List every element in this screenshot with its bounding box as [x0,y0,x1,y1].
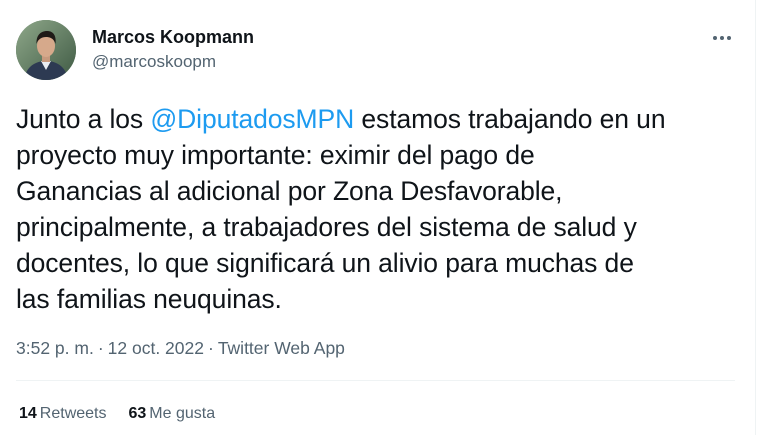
tweet-text-line: principalmente, a trabajadores del siste… [16,212,637,242]
avatar-photo-icon [16,20,76,80]
mention-link[interactable]: @DiputadosMPN [150,104,354,134]
tweet-text-line: las familias neuquinas. [16,284,282,314]
tweet-text-line: proyecto muy importante: eximir del pago… [16,140,535,170]
meta-separator: · [207,338,214,358]
meta-separator: · [97,338,104,358]
likes-stat-link[interactable]: 63 Me gusta [129,403,216,425]
panel-border [755,0,756,435]
tweet-author: Marcos Koopmann @marcoskoopm [92,26,254,73]
more-horizontal-icon [713,36,731,40]
tweet-text-line: docentes, lo que significará un alivio p… [16,248,634,278]
avatar[interactable] [16,20,76,80]
retweets-count: 14 [19,405,37,422]
tweet-date[interactable]: 12 oct. 2022 [108,338,204,358]
tweet-text-line: Ganancias al adicional por Zona Desfavor… [16,176,563,206]
divider [16,380,735,381]
likes-count: 63 [128,405,147,422]
tweet-stats: 14 Retweets 63 Me gusta [19,403,237,425]
retweets-stat-link[interactable]: 14 Retweets [19,403,107,425]
more-options-button[interactable] [706,27,738,49]
likes-label: Me gusta [149,405,216,422]
tweet-text-line: Junto a los @DiputadosMPN estamos trabaj… [16,101,741,137]
tweet-text: Junto a los @DiputadosMPN estamos trabaj… [16,101,741,317]
text-segment: estamos trabajando en un [354,104,666,134]
retweets-label: Retweets [39,405,107,422]
tweet-card: Marcos Koopmann @marcoskoopm Junto a los… [0,0,755,435]
tweet-time[interactable]: 3:52 p. m. [16,338,94,358]
author-handle[interactable]: @marcoskoopm [92,51,254,73]
tweet-source[interactable]: Twitter Web App [218,338,345,358]
tweet-meta: 3:52 p. m. · 12 oct. 2022 · Twitter Web App [16,336,345,360]
author-display-name[interactable]: Marcos Koopmann [92,26,254,48]
text-segment: Junto a los [16,104,151,134]
